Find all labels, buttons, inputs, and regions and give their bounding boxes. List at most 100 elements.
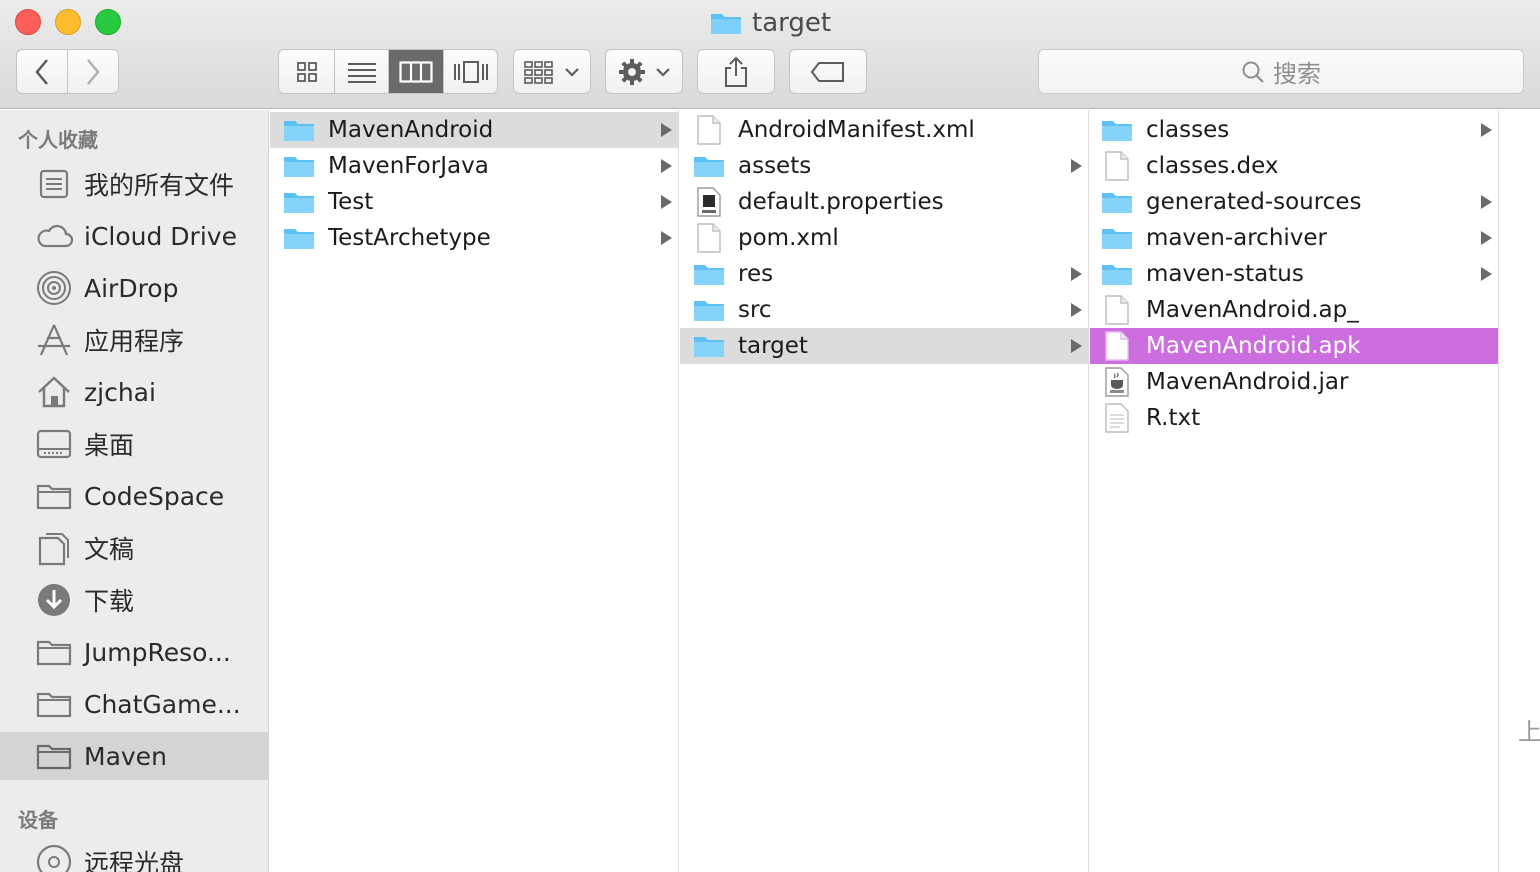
browser-column-3: classes classes.dex generated-sources ma… [1090, 110, 1499, 872]
folder-icon [692, 295, 726, 325]
sidebar-item-label: AirDrop [84, 273, 179, 303]
sidebar-item-label: 我的所有文件 [84, 171, 235, 200]
sidebar-item-jumpreso[interactable]: JumpReso... [0, 628, 268, 676]
list-item[interactable]: maven-archiver [1090, 220, 1498, 256]
forward-button[interactable] [68, 50, 119, 93]
disclosure-arrow-icon [1481, 112, 1492, 148]
folder-icon [282, 115, 316, 145]
columns-icon [399, 60, 433, 83]
list-item[interactable]: MavenAndroid.ap_ [1090, 292, 1498, 328]
item-name: classes [1146, 117, 1230, 143]
view-mode-control [278, 49, 498, 94]
sidebar-item-maven[interactable]: Maven [0, 732, 268, 780]
list-item[interactable]: generated-sources [1090, 184, 1498, 220]
list-item[interactable]: maven-status [1090, 256, 1498, 292]
list-item[interactable]: default.properties [680, 184, 1088, 220]
list-item[interactable]: R.txt [1090, 400, 1498, 436]
folder-icon [34, 632, 74, 672]
sidebar-item-chatgame[interactable]: ChatGame... [0, 680, 268, 728]
list-item[interactable]: MavenForJava [270, 148, 678, 184]
item-name: pom.xml [738, 225, 839, 251]
list-view-button[interactable] [335, 50, 389, 93]
disclosure-arrow-icon [661, 184, 672, 220]
list-item[interactable]: classes [1090, 112, 1498, 148]
folder-icon [282, 223, 316, 253]
sidebar-item-codespace[interactable]: CodeSpace [0, 472, 268, 520]
sidebar-item-applications[interactable]: 应用程序 [0, 316, 268, 364]
all-files-icon [34, 164, 74, 204]
java-file-icon [692, 187, 726, 217]
list-item[interactable]: assets [680, 148, 1088, 184]
tag-icon [810, 61, 844, 82]
sidebar-item-airdrop[interactable]: AirDrop [0, 264, 268, 312]
sidebar-item-label: JumpReso... [84, 637, 231, 667]
folder-icon [282, 151, 316, 181]
sidebar-item-label: 应用程序 [84, 327, 185, 356]
column-view-button[interactable] [389, 50, 444, 93]
sidebar-item-label: 远程光盘 [84, 849, 185, 872]
item-name: Test [328, 189, 374, 215]
browser-column-2: AndroidManifest.xml assets default.prope… [680, 110, 1089, 872]
minimize-window-button[interactable] [55, 9, 81, 35]
sidebar-item-documents[interactable]: 文稿 [0, 524, 268, 572]
sidebar-item-label: 下载 [84, 587, 135, 616]
disclosure-arrow-icon [661, 112, 672, 148]
folder-icon [710, 11, 742, 35]
item-name: MavenAndroid.apk [1146, 333, 1361, 359]
sidebar-item-desktop[interactable]: 桌面 [0, 420, 268, 468]
list-item-selected[interactable]: MavenAndroid.apk [1090, 328, 1498, 364]
coverflow-icon [453, 60, 488, 83]
sidebar-item-home[interactable]: zjchai [0, 368, 268, 416]
item-name: MavenAndroid.ap_ [1146, 297, 1359, 323]
desktop-icon [34, 424, 74, 464]
sidebar: 个人收藏 我的所有文件 iCloud Drive AirDrop 应用程序 zj… [0, 110, 269, 872]
sidebar-item-remote-disc[interactable]: 远程光盘 [0, 838, 268, 872]
back-button[interactable] [17, 50, 68, 93]
disclosure-arrow-icon [1481, 256, 1492, 292]
arrange-button[interactable] [513, 49, 591, 94]
window-title-text: target [752, 8, 832, 38]
list-item[interactable]: src [680, 292, 1088, 328]
folder-icon [1100, 187, 1134, 217]
disclosure-arrow-icon [1071, 256, 1082, 292]
list-item[interactable]: MavenAndroid.jar [1090, 364, 1498, 400]
list-item[interactable]: res [680, 256, 1088, 292]
tags-button[interactable] [789, 49, 867, 94]
item-name: maven-status [1146, 261, 1304, 287]
item-name: MavenAndroid [328, 117, 494, 143]
search-field[interactable]: 搜索 [1038, 49, 1524, 94]
sidebar-item-icloud-drive[interactable]: iCloud Drive [0, 212, 268, 260]
item-name: src [738, 297, 772, 323]
sidebar-item-downloads[interactable]: 下载 [0, 576, 268, 624]
folder-icon [34, 684, 74, 724]
action-button[interactable] [605, 49, 683, 94]
share-button[interactable] [697, 49, 775, 94]
sidebar-item-all-files[interactable]: 我的所有文件 [0, 160, 268, 208]
sidebar-item-label: Maven [84, 741, 167, 771]
list-item[interactable]: Test [270, 184, 678, 220]
item-name: classes.dex [1146, 153, 1279, 179]
disclosure-arrow-icon [1481, 220, 1492, 256]
item-name: default.properties [738, 189, 944, 215]
folder-icon [1100, 259, 1134, 289]
browser-column-1: MavenAndroid MavenForJava Test TestArche… [270, 110, 679, 872]
close-window-button[interactable] [15, 9, 41, 35]
item-name: AndroidManifest.xml [738, 117, 975, 143]
truncated-column-text: 上 [1518, 718, 1540, 746]
zoom-window-button[interactable] [95, 9, 121, 35]
list-item[interactable]: classes.dex [1090, 148, 1498, 184]
gallery-view-button[interactable] [444, 50, 497, 93]
share-icon [725, 56, 747, 87]
document-icon [1100, 151, 1134, 181]
icon-view-button[interactable] [279, 50, 335, 93]
list-item[interactable]: pom.xml [680, 220, 1088, 256]
list-item[interactable]: AndroidManifest.xml [680, 112, 1088, 148]
list-item[interactable]: MavenAndroid [270, 112, 678, 148]
list-item[interactable]: TestArchetype [270, 220, 678, 256]
disc-icon [34, 842, 74, 872]
text-file-icon [1100, 403, 1134, 433]
airdrop-icon [34, 268, 74, 308]
list-item[interactable]: target [680, 328, 1088, 364]
item-name: maven-archiver [1146, 225, 1328, 251]
disclosure-arrow-icon [661, 220, 672, 256]
